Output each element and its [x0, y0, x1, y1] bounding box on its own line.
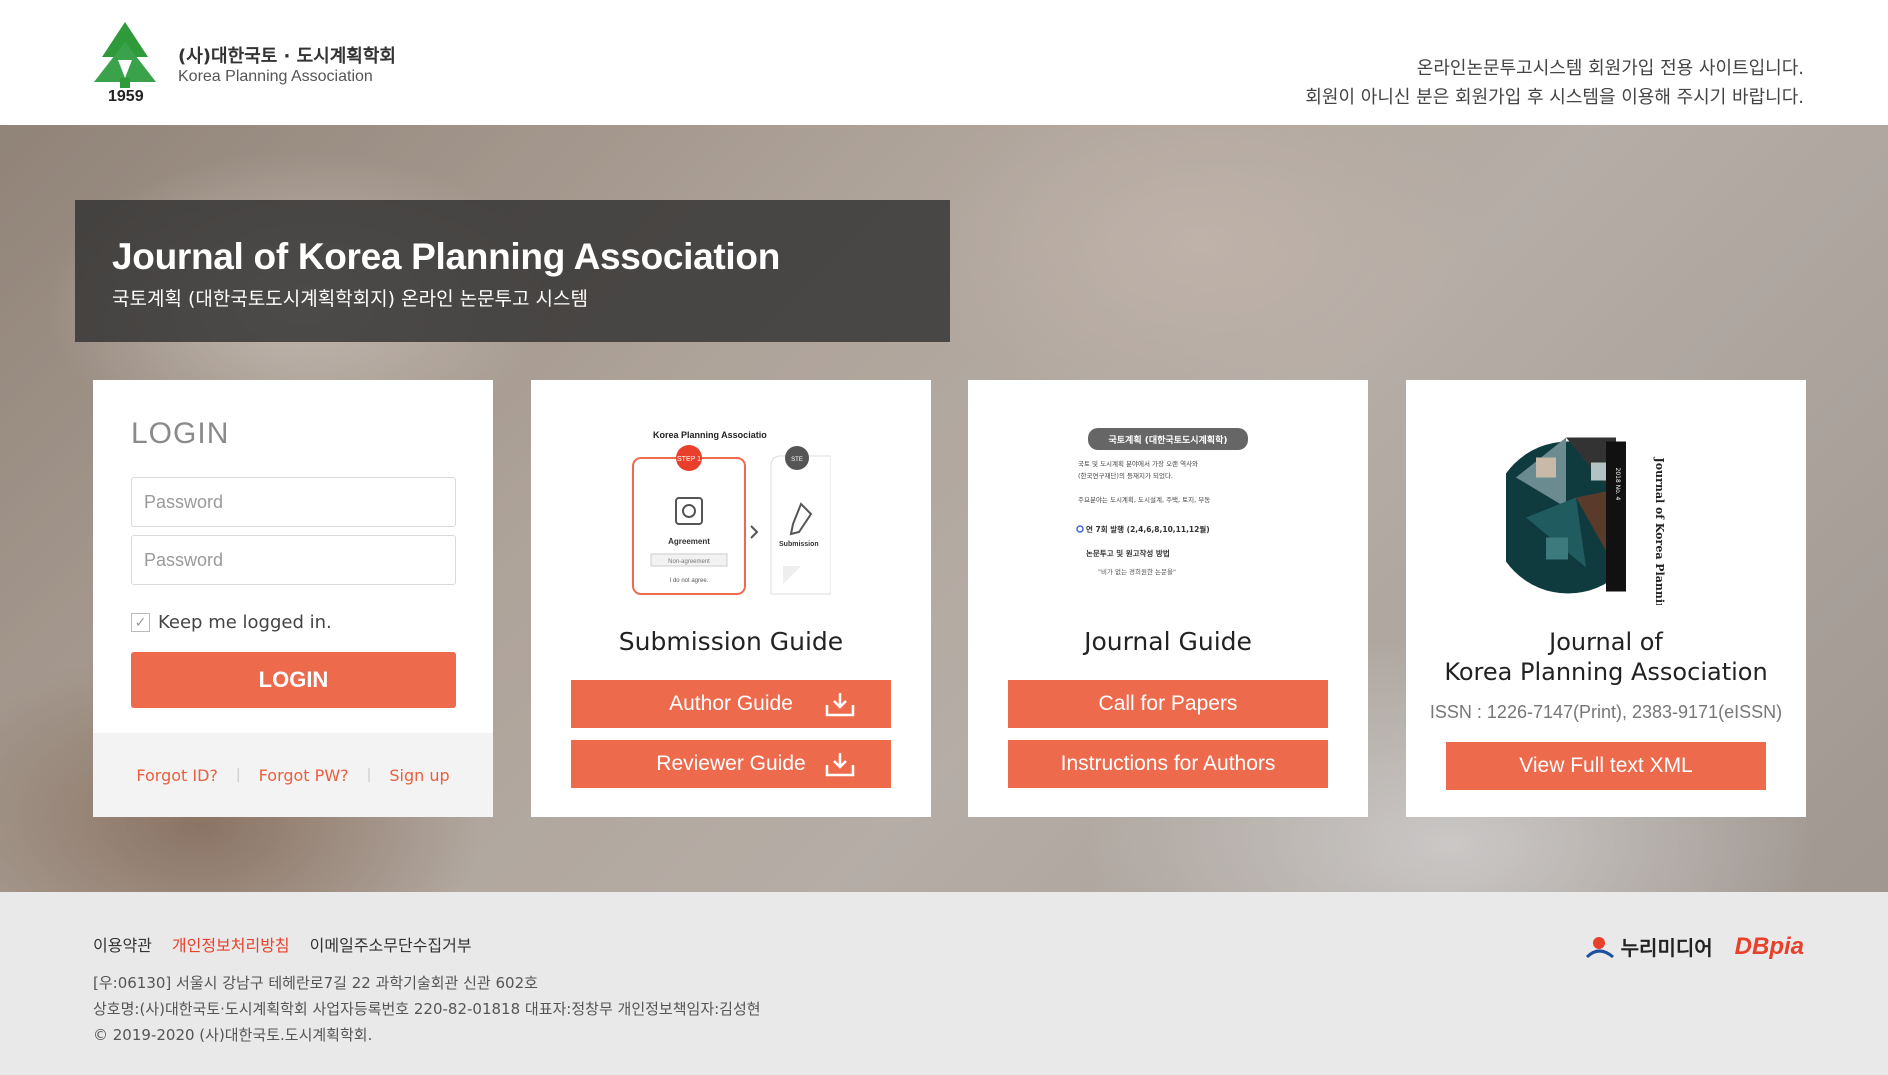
footer-address: [우:06130] 서울시 강남구 테헤란로7길 22 과학기술회관 신관 60… [93, 974, 538, 992]
footer: 이용약관 개인정보처리방침 이메일주소무단수집거부 [우:06130] 서울시 … [0, 892, 1888, 1075]
footer-company: 상호명:(사)대한국토·도시계획학회 사업자등록번호 220-82-01818 … [93, 1000, 761, 1018]
call-for-papers-button[interactable]: Call for Papers [1008, 680, 1328, 728]
thumb-header: Korea Planning Associatio [653, 430, 767, 440]
reviewer-guide-label: Reviewer Guide [656, 752, 806, 775]
privacy-policy-link[interactable]: 개인정보처리방침 [172, 932, 290, 956]
terms-link[interactable]: 이용약관 [93, 932, 152, 956]
email-refusal-link[interactable]: 이메일주소무단수집거부 [310, 932, 472, 956]
keep-logged-in-label: Keep me logged in. [158, 612, 332, 633]
thumb-jg-line2: (한국연구재단)의 등재지가 되었다. [1078, 471, 1173, 480]
thumb-jg-line1: 국토 및 도시계획 분야에서 가장 오랜 역사와 [1078, 459, 1198, 468]
footer-partner-logos: 누리미디어 DBpia [1585, 932, 1804, 961]
notice-line-2: 회원이 아니신 분은 회원가입 후 시스템을 이용해 주시기 바랍니다. [1305, 87, 1804, 108]
reviewer-guide-button[interactable]: Reviewer Guide [571, 740, 891, 788]
kpa-journal-card: 2018 No. 4 Journal of Korea Planning As … [1406, 380, 1806, 817]
thumb-jg-header: 국토계획 (대한국토도시계획학) [1108, 434, 1227, 446]
notice-line-1: 온라인논문투고시스템 회원가입 전용 사이트입니다. [1416, 58, 1804, 79]
thumb-notagree: I do not agree. [670, 578, 709, 584]
submission-guide-title: Submission Guide [618, 627, 844, 656]
sign-up-link[interactable]: Sign up [389, 766, 449, 785]
instructions-for-authors-button[interactable]: Instructions for Authors [1008, 740, 1328, 788]
login-button[interactable]: LOGIN [131, 652, 456, 708]
keep-logged-in[interactable]: ✓ Keep me logged in. [131, 612, 332, 633]
kpa-title-line-1: Journal of [1549, 628, 1663, 656]
thumb-step1: STEP 1 [677, 456, 701, 463]
download-icon [825, 753, 855, 777]
submission-guide-thumbnail: Korea Planning Associatio STEP 1 Agreeme… [632, 430, 831, 595]
link-separator: | [366, 767, 372, 783]
thumb-cover-title: Journal of Korea Planning As [1653, 457, 1666, 606]
thumb-jg-line3: 주요분야는 도시계획, 도시설계, 주택, 토지, 부동 [1078, 495, 1210, 504]
thumb-submission: Submission [779, 541, 819, 548]
journal-guide-thumbnail: 국토계획 (대한국토도시계획학) 국토 및 도시계획 분야에서 가장 오랜 역사… [1076, 428, 1248, 576]
journal-title-banner: Journal of Korea Planning Association 국토… [75, 200, 950, 342]
thumb-nonagreement: Non-agreement [668, 559, 710, 565]
nurimedia-logo[interactable]: 누리미디어 [1585, 932, 1713, 961]
link-separator: | [235, 767, 241, 783]
header: 1959 (사)대한국토 · 도시계획학회 Korea Planning Ass… [0, 0, 1888, 125]
thumb-agreement: Agreement [668, 537, 710, 546]
footer-copyright: © 2019-2020 (사)대한국토.도시계획학회. [93, 1026, 373, 1044]
issn-text: ISSN : 1226-7147(Print), 2383-9171(eISSN… [1429, 702, 1783, 722]
journal-title-ko: 국토계획 (대한국토도시계획학회지) 온라인 논문투고 시스템 [112, 288, 588, 310]
login-help-links: Forgot ID? | Forgot PW? | Sign up [93, 733, 493, 817]
footer-links: 이용약관 개인정보처리방침 이메일주소무단수집거부 [93, 932, 472, 956]
thumb-jg-line4: 연 7회 발행 (2,4,6,8,10,11,12월) [1086, 524, 1210, 534]
journal-title-en: Journal of Korea Planning Association [112, 236, 781, 277]
journal-guide-title: Journal Guide [1084, 627, 1252, 656]
nurimedia-text: 누리미디어 [1620, 936, 1713, 960]
nurimedia-logo-icon [1585, 936, 1614, 958]
thumb-step2: STE [791, 457, 803, 463]
user-id-input[interactable] [131, 477, 456, 527]
journal-cover-thumbnail: 2018 No. 4 Journal of Korea Planning As [1506, 437, 1706, 606]
forgot-pw-link[interactable]: Forgot PW? [259, 766, 349, 785]
dbpia-logo[interactable]: DBpia [1735, 933, 1804, 961]
footer-info: [우:06130] 서울시 강남구 테헤란로7길 22 과학기술회관 신관 60… [93, 970, 761, 1048]
submission-guide-card: Korea Planning Associatio STEP 1 Agreeme… [531, 380, 931, 817]
logo-english-name: Korea Planning Association [178, 68, 373, 85]
hero-section: Journal of Korea Planning Association 국토… [0, 125, 1888, 892]
header-notice: 온라인논문투고시스템 회원가입 전용 사이트입니다. 회원이 아니신 분은 회원… [1305, 54, 1804, 112]
password-input[interactable] [131, 535, 456, 585]
author-guide-button[interactable]: Author Guide [571, 680, 891, 728]
forgot-id-link[interactable]: Forgot ID? [136, 766, 218, 785]
logo-korean-name: (사)대한국토 · 도시계획학회 [178, 46, 396, 67]
thumb-vol: 2018 No. 4 [1614, 468, 1621, 501]
keep-logged-in-checkbox[interactable]: ✓ [131, 613, 150, 632]
login-title: LOGIN [131, 417, 230, 450]
thumb-jg-line5: 논문투고 및 원고작성 방법 [1086, 548, 1170, 558]
kpa-logo[interactable]: 1959 (사)대한국토 · 도시계획학회 Korea Planning Ass… [90, 22, 420, 112]
download-icon [825, 693, 855, 717]
login-card: LOGIN ✓ Keep me logged in. LOGIN Forgot … [93, 380, 493, 817]
view-full-text-xml-button[interactable]: View Full text XML [1446, 742, 1766, 790]
kpa-journal-title: Journal of Korea Planning Association [1406, 627, 1806, 687]
journal-guide-card: 국토계획 (대한국토도시계획학) 국토 및 도시계획 분야에서 가장 오랜 역사… [968, 380, 1368, 817]
thumb-jg-line6: "비가 없는 경희원한 논문을" [1098, 567, 1176, 576]
author-guide-label: Author Guide [669, 692, 793, 715]
kpa-title-line-2: Korea Planning Association [1444, 658, 1768, 686]
logo-year: 1959 [108, 88, 144, 105]
